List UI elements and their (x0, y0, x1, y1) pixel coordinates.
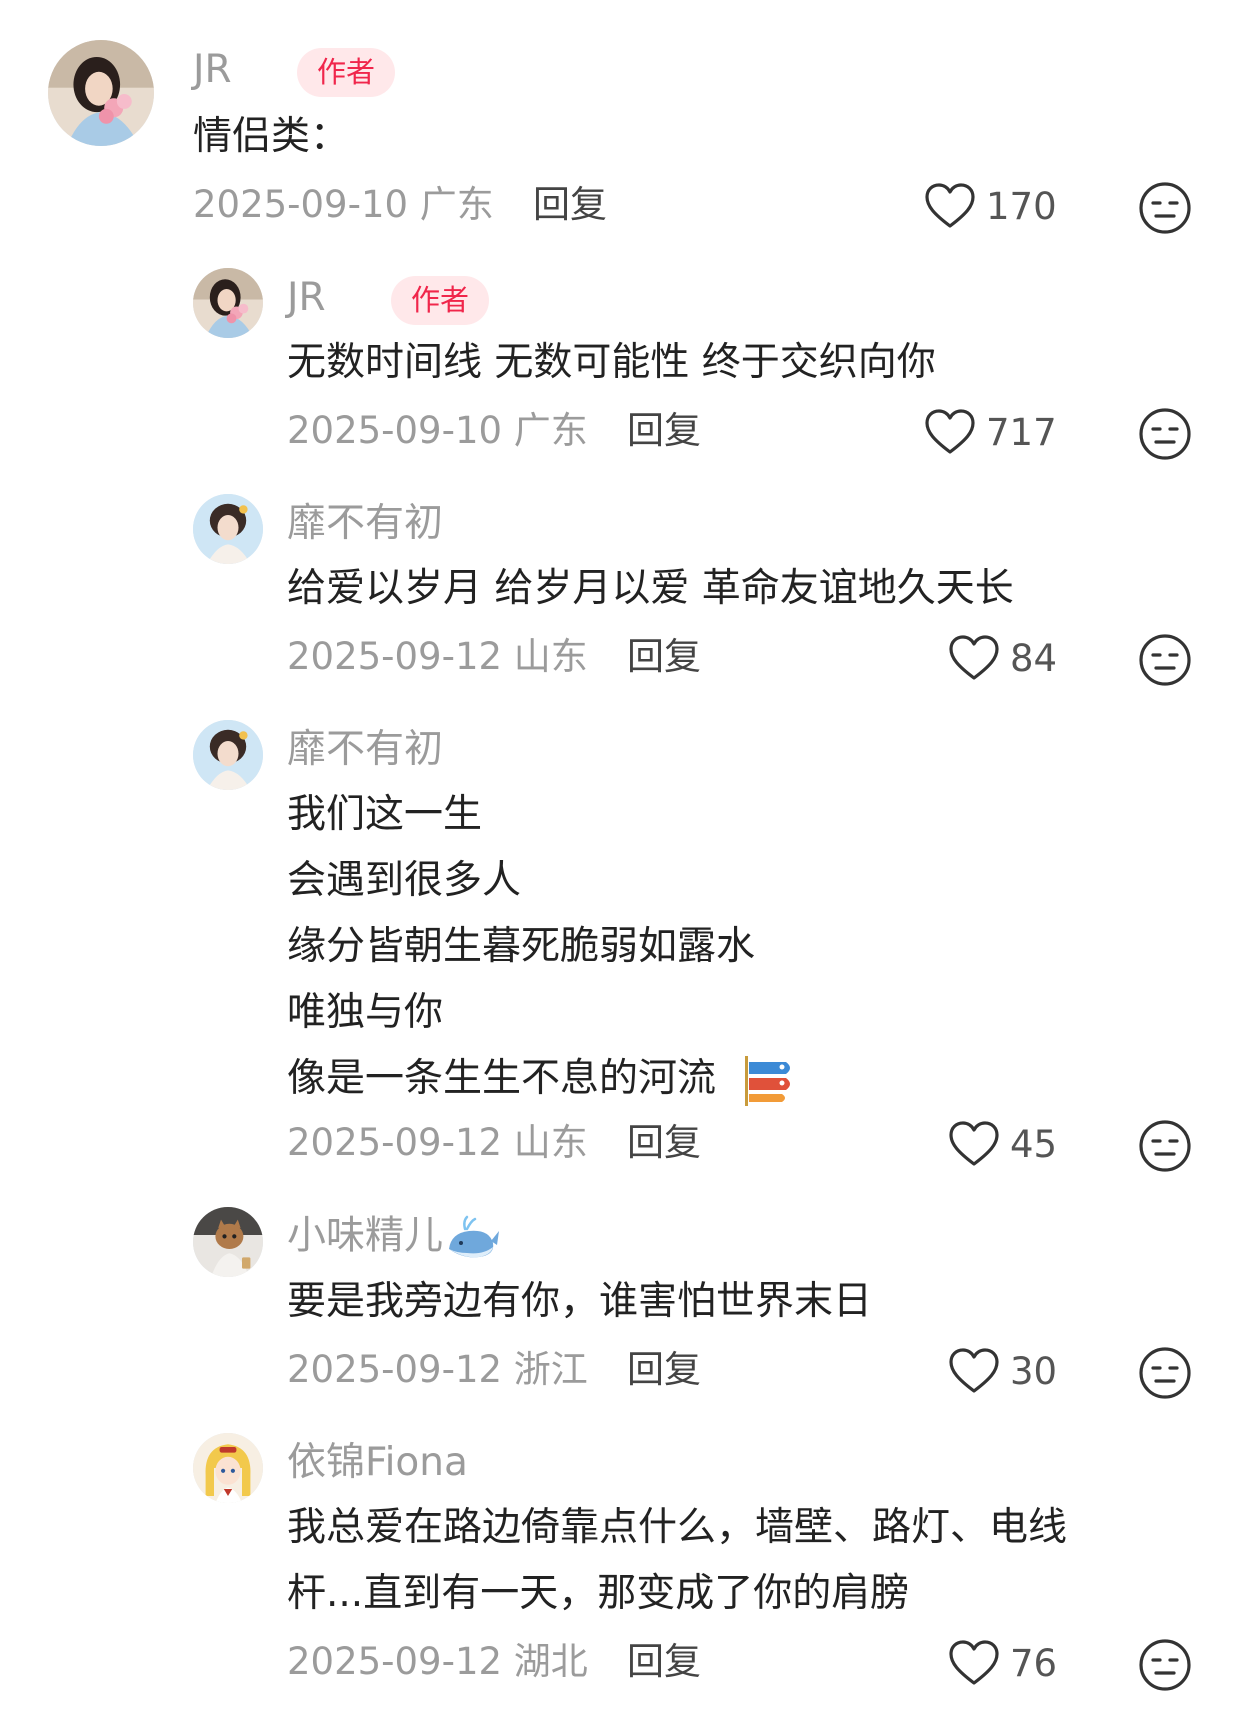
like-count: 717 (986, 410, 1057, 454)
like-count: 30 (1010, 1349, 1058, 1393)
like-count: 84 (1010, 636, 1058, 680)
username-with-emoji[interactable]: 小味精儿 (287, 1213, 501, 1263)
comment-text: 我们这一生 会遇到很多人 缘分皆朝生暮死脆弱如露水 唯独与你 像是一条生生不息的… (287, 782, 796, 1112)
like-count: 76 (1010, 1641, 1058, 1685)
comment-meta: 2025-09-12 浙江 (287, 1351, 588, 1388)
comment-line: 无数时间线 无数可能性 终于交织向你 (287, 340, 936, 385)
heart-outline-icon (948, 1120, 1000, 1168)
like-button[interactable]: 30 (948, 1347, 1057, 1395)
heart-outline-icon (924, 182, 976, 230)
dislike-button[interactable] (1138, 181, 1192, 235)
username[interactable]: 小味精儿 (287, 1214, 443, 1259)
comment-date: 2025-09-10 (193, 183, 409, 226)
neutral-face-icon (1138, 181, 1192, 235)
comment-date: 2025-09-12 (287, 1640, 503, 1683)
dislike-button[interactable] (1138, 633, 1192, 687)
dislike-button[interactable] (1138, 1119, 1192, 1173)
like-button[interactable]: 45 (948, 1120, 1057, 1168)
neutral-face-icon (1138, 1119, 1192, 1173)
comment-date: 2025-09-12 (287, 1121, 503, 1164)
comment-meta: 2025-09-12 山东 (287, 1124, 588, 1161)
avatar[interactable] (193, 1207, 263, 1277)
comment-line: 情侣类： (193, 114, 350, 159)
like-count: 170 (986, 184, 1057, 228)
whale-icon (445, 1213, 501, 1263)
comment-meta: 2025-09-10 广东 (287, 412, 588, 449)
comment-location: 山东 (513, 1121, 588, 1164)
like-button[interactable]: 76 (948, 1639, 1057, 1687)
comment-text: 情侣类： (193, 104, 349, 170)
reply-button[interactable]: 回复 (627, 1351, 701, 1388)
neutral-face-icon (1138, 407, 1192, 461)
comment-line: 会遇到很多人 (287, 858, 522, 903)
like-button[interactable]: 84 (948, 634, 1057, 682)
comment-date: 2025-09-10 (287, 409, 503, 452)
comment-line: 我们这一生 (287, 792, 483, 837)
username[interactable]: 依锦Fiona (287, 1443, 468, 1482)
heart-outline-icon (948, 1639, 1000, 1687)
author-badge: 作者 (297, 48, 396, 97)
comment-text: 无数时间线 无数可能性 终于交织向你 (287, 330, 936, 396)
heart-outline-icon (948, 1347, 1000, 1395)
author-badge: 作者 (391, 276, 490, 325)
comment-text: 我总爱在路边倚靠点什么，墙壁、路灯、电线 杆...直到有一天，那变成了你的肩膀 (287, 1495, 1067, 1627)
username[interactable]: 靡不有初 (287, 504, 443, 543)
username[interactable]: JR (193, 50, 232, 89)
reply-button[interactable]: 回复 (533, 186, 607, 223)
reply-button[interactable]: 回复 (627, 412, 701, 449)
comment-location: 浙江 (513, 1348, 588, 1391)
like-button[interactable]: 170 (924, 182, 1057, 230)
comment-line: 缘分皆朝生暮死脆弱如露水 (287, 924, 756, 969)
comment-meta: 2025-09-10 广东 (193, 186, 494, 223)
comment-location: 山东 (513, 635, 588, 678)
dislike-button[interactable] (1138, 1346, 1192, 1400)
comment-location: 湖北 (513, 1640, 588, 1683)
username[interactable]: JR (287, 278, 326, 317)
comment-location: 广东 (513, 409, 588, 452)
comment-line: 我总爱在路边倚靠点什么，墙壁、路灯、电线 (287, 1505, 1068, 1550)
avatar[interactable] (193, 720, 263, 790)
heart-outline-icon (924, 408, 976, 456)
comment-line: 唯独与你 (287, 990, 444, 1035)
comment-location: 广东 (419, 183, 494, 226)
neutral-face-icon (1138, 1346, 1192, 1400)
comment-date: 2025-09-12 (287, 635, 503, 678)
neutral-face-icon (1138, 1638, 1192, 1692)
comment-date: 2025-09-12 (287, 1348, 503, 1391)
comment-text: 给爱以岁月 给岁月以爱 革命友谊地久天长 (287, 556, 1014, 622)
comment-meta: 2025-09-12 山东 (287, 638, 588, 675)
reply-button[interactable]: 回复 (627, 1643, 701, 1680)
carp-streamer-icon (742, 1054, 796, 1108)
comment-line: 给爱以岁月 给岁月以爱 革命友谊地久天长 (287, 566, 1014, 611)
avatar[interactable] (193, 494, 263, 564)
dislike-button[interactable] (1138, 407, 1192, 461)
comment-text: 要是我旁边有你，谁害怕世界末日 (287, 1269, 872, 1335)
reply-button[interactable]: 回复 (627, 638, 701, 675)
like-button[interactable]: 717 (924, 408, 1057, 456)
neutral-face-icon (1138, 633, 1192, 687)
heart-outline-icon (948, 634, 1000, 682)
avatar[interactable] (193, 268, 263, 338)
avatar[interactable] (48, 40, 154, 146)
comment-line: 杆...直到有一天，那变成了你的肩膀 (287, 1571, 910, 1616)
avatar[interactable] (193, 1433, 263, 1503)
like-count: 45 (1010, 1122, 1058, 1166)
comment-meta: 2025-09-12 湖北 (287, 1643, 588, 1680)
comment-line-with-emoji: 像是一条生生不息的河流 (287, 1046, 796, 1112)
reply-button[interactable]: 回复 (627, 1124, 701, 1161)
dislike-button[interactable] (1138, 1638, 1192, 1692)
comment-line: 像是一条生生不息的河流 (287, 1056, 717, 1101)
comment-line: 要是我旁边有你，谁害怕世界末日 (287, 1279, 873, 1324)
username[interactable]: 靡不有初 (287, 730, 443, 769)
